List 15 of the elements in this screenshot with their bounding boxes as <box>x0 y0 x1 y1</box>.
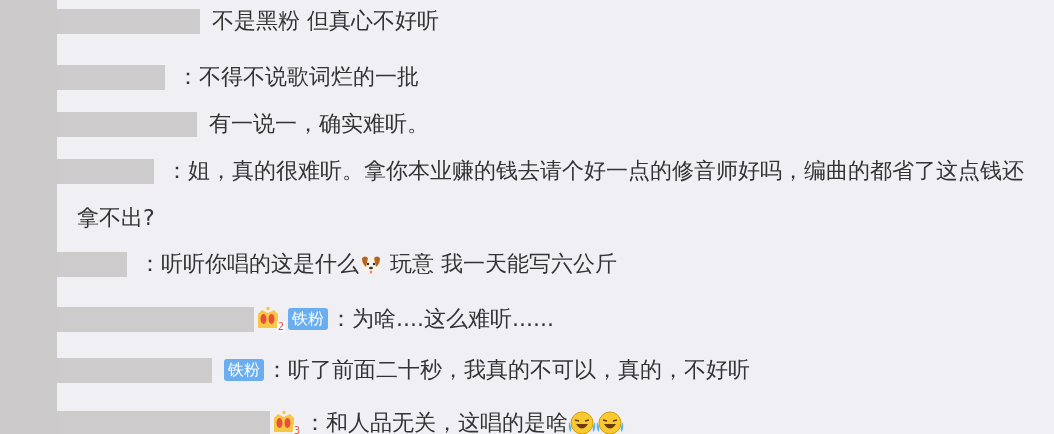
comment-text: ：和人品无关，这唱的是啥 <box>304 410 568 434</box>
comment-text: 玩意 我一天能写六公斤 <box>389 251 617 276</box>
comment-text: 不是黑粉 但真心不好听 <box>212 8 439 33</box>
laughing-crying-emoji-icon <box>596 410 624 434</box>
redacted-username <box>57 251 127 277</box>
comment-text: ：姐，真的很难听。拿你本业赚的钱去请个好一点的修音师好吗，编曲的都省了这点钱还 <box>166 158 1024 183</box>
comment-text: 拿不出? <box>77 205 155 230</box>
fan-badge: 铁粉 <box>288 308 328 330</box>
comment-text: ：听了前面二十秒，我真的不可以，真的，不好听 <box>266 357 750 382</box>
laughing-crying-emoji-icon <box>568 410 596 434</box>
comment-text: ：不得不说歌词烂的一批 <box>177 64 419 89</box>
comment-text: 有一说一，确实难听。 <box>209 111 429 136</box>
comment-text: ：为啥....这么难听...... <box>330 306 554 331</box>
comment-text: ：听听你唱的这是什么 <box>139 251 359 276</box>
fan-badge: 铁粉 <box>224 359 264 381</box>
